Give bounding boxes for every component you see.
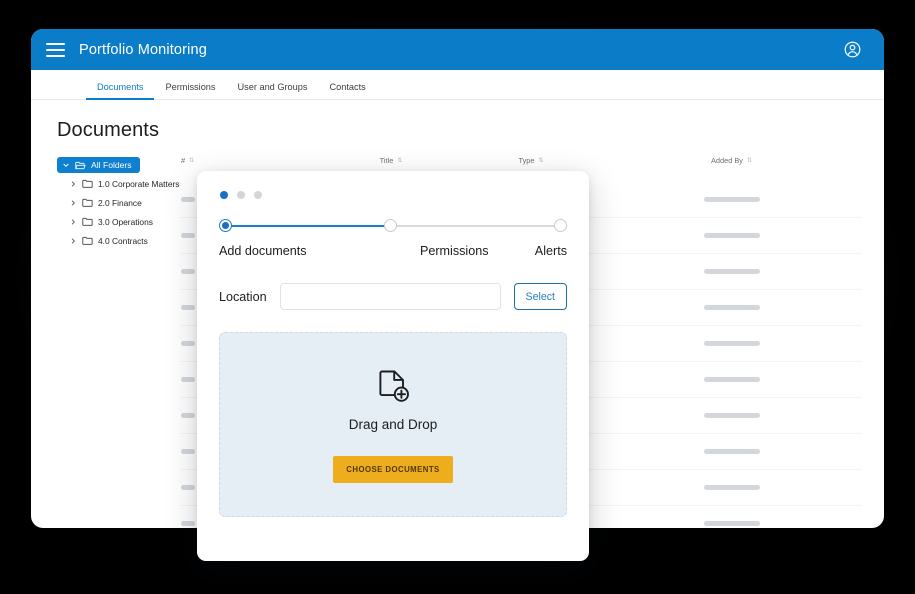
choose-documents-button[interactable]: CHOOSE DOCUMENTS bbox=[333, 455, 453, 483]
table-cell-added-by bbox=[601, 485, 862, 490]
table-cell-added-by bbox=[601, 413, 862, 418]
pager-dot-2[interactable] bbox=[237, 191, 245, 199]
sidebar-item-label: 4.0 Contracts bbox=[98, 235, 148, 246]
column-header-type-label: Type bbox=[518, 156, 535, 165]
sidebar-item-finance[interactable]: 2.0 Finance bbox=[57, 193, 181, 212]
placeholder-bar bbox=[181, 485, 195, 490]
sidebar-item-label: 1.0 Corporate Matters bbox=[98, 178, 180, 189]
chevron-right-icon bbox=[71, 237, 76, 244]
file-add-icon bbox=[379, 370, 409, 402]
stepper-track-progress bbox=[225, 225, 396, 227]
folder-icon bbox=[82, 217, 93, 226]
add-documents-modal: Add documents Permissions Alerts Locatio… bbox=[197, 171, 589, 561]
sort-icon: ⇅ bbox=[189, 157, 195, 164]
placeholder-bar bbox=[181, 521, 195, 526]
table-cell-added-by bbox=[601, 269, 862, 274]
placeholder-bar bbox=[703, 413, 760, 418]
placeholder-bar bbox=[703, 377, 760, 382]
step-label-alerts: Alerts bbox=[534, 244, 567, 258]
column-header-number[interactable]: # ⇅ bbox=[181, 156, 321, 165]
location-label: Location bbox=[219, 289, 267, 304]
step-label-permissions: Permissions bbox=[419, 244, 489, 258]
placeholder-bar bbox=[181, 449, 195, 454]
step-node-alerts[interactable] bbox=[554, 219, 567, 232]
chevron-right-icon bbox=[71, 218, 76, 225]
folder-icon bbox=[82, 179, 93, 188]
table-cell-added-by bbox=[601, 377, 862, 382]
placeholder-bar bbox=[181, 305, 195, 310]
table-cell-added-by bbox=[601, 305, 862, 310]
chevron-right-icon bbox=[71, 199, 76, 206]
placeholder-bar bbox=[703, 485, 760, 490]
placeholder-bar bbox=[703, 233, 760, 238]
tab-documents[interactable]: Documents bbox=[86, 82, 155, 100]
table-cell-added-by bbox=[601, 449, 862, 454]
sidebar-item-all-folders[interactable]: All Folders bbox=[57, 157, 140, 173]
placeholder-bar bbox=[703, 269, 760, 274]
placeholder-bar bbox=[181, 269, 195, 274]
placeholder-bar bbox=[703, 305, 760, 310]
column-header-number-label: # bbox=[181, 156, 186, 165]
sidebar-item-operations[interactable]: 3.0 Operations bbox=[57, 212, 181, 231]
placeholder-bar bbox=[181, 341, 195, 346]
folder-icon bbox=[82, 198, 93, 207]
wizard-step-labels: Add documents Permissions Alerts bbox=[219, 244, 567, 258]
user-account-icon[interactable] bbox=[843, 40, 862, 59]
placeholder-bar bbox=[181, 197, 195, 202]
location-row: Location Select bbox=[219, 283, 567, 310]
location-input[interactable] bbox=[279, 283, 501, 310]
tab-contacts[interactable]: Contacts bbox=[318, 82, 376, 99]
select-location-button[interactable]: Select bbox=[513, 283, 567, 310]
app-title: Portfolio Monitoring bbox=[79, 41, 207, 58]
file-dropzone[interactable]: Drag and Drop CHOOSE DOCUMENTS bbox=[219, 332, 567, 517]
sidebar-item-label: 2.0 Finance bbox=[98, 197, 142, 208]
sidebar-item-all-folders-label: All Folders bbox=[91, 160, 132, 170]
sort-icon: ⇅ bbox=[747, 157, 753, 164]
folder-tree: All Folders 1.0 Corporate Matters 2.0 Fi… bbox=[31, 156, 181, 528]
column-header-type[interactable]: Type ⇅ bbox=[461, 156, 601, 165]
folder-open-icon bbox=[75, 161, 86, 169]
placeholder-bar bbox=[703, 449, 760, 454]
sidebar-item-label: 3.0 Operations bbox=[98, 216, 153, 227]
sort-icon: ⇅ bbox=[397, 157, 403, 164]
pager-dot-1[interactable] bbox=[220, 191, 228, 199]
tab-user-and-groups[interactable]: User and Groups bbox=[227, 82, 319, 99]
placeholder-bar bbox=[703, 521, 760, 526]
column-header-title[interactable]: Title ⇅ bbox=[321, 156, 461, 165]
placeholder-bar bbox=[703, 341, 760, 346]
sort-icon: ⇅ bbox=[538, 157, 544, 164]
sidebar-item-corporate-matters[interactable]: 1.0 Corporate Matters bbox=[57, 174, 181, 193]
table-cell-added-by bbox=[601, 197, 862, 202]
table-cell-added-by bbox=[601, 233, 862, 238]
step-node-add-documents[interactable] bbox=[219, 219, 232, 232]
step-node-permissions[interactable] bbox=[383, 219, 397, 232]
placeholder-bar bbox=[181, 233, 195, 238]
table-cell-added-by bbox=[601, 341, 862, 346]
chevron-right-icon bbox=[71, 180, 76, 187]
column-header-title-label: Title bbox=[379, 156, 394, 165]
table-cell-added-by bbox=[601, 521, 862, 526]
column-header-added-by-label: Added By bbox=[710, 156, 744, 165]
screenshot-stage: Portfolio Monitoring Documents Permissio… bbox=[0, 0, 915, 594]
folder-icon bbox=[82, 236, 93, 245]
tab-permissions[interactable]: Permissions bbox=[154, 82, 226, 99]
tab-bar: Documents Permissions User and Groups Co… bbox=[31, 70, 884, 100]
page-title: Documents bbox=[57, 119, 160, 141]
placeholder-bar bbox=[181, 377, 195, 382]
chevron-down-icon bbox=[63, 163, 69, 168]
hamburger-menu-icon[interactable] bbox=[46, 42, 65, 57]
sidebar-item-contracts[interactable]: 4.0 Contracts bbox=[57, 231, 181, 250]
column-header-added-by[interactable]: Added By ⇅ bbox=[601, 156, 862, 165]
dropzone-text: Drag and Drop bbox=[348, 416, 438, 432]
app-header-bar: Portfolio Monitoring bbox=[31, 29, 884, 70]
placeholder-bar bbox=[703, 197, 760, 202]
pager-dots bbox=[219, 189, 567, 199]
wizard-stepper bbox=[219, 219, 567, 233]
pager-dot-3[interactable] bbox=[254, 191, 262, 199]
placeholder-bar bbox=[181, 413, 195, 418]
step-label-add-documents: Add documents bbox=[219, 244, 307, 258]
